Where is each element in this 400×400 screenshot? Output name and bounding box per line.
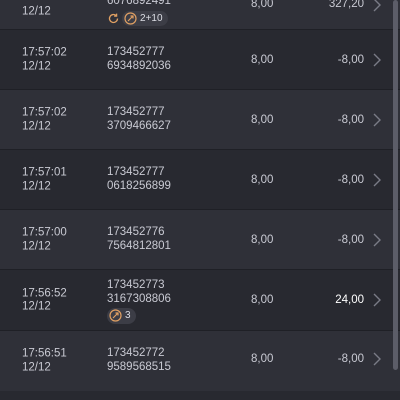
row-amount: 8,00 — [251, 114, 274, 126]
row-time: 17:57:00 — [22, 226, 67, 239]
history-row[interactable]: 17:57:02 12/12 173452777 3709466627 8,00… — [0, 90, 400, 150]
row-result: -8,00 — [337, 174, 364, 186]
row-time: 17:56:51 — [22, 347, 67, 360]
row-datetime: 12/12 — [22, 5, 51, 19]
row-date: 12/12 — [22, 120, 51, 132]
bonus-badge: 2+10 — [122, 10, 168, 26]
row-datetime: 17:57:02 12/12 — [22, 107, 67, 134]
row-ref: 6934892036 — [107, 59, 171, 72]
row-datetime: 17:57:02 12/12 — [22, 47, 67, 74]
history-row[interactable]: 17:57:01 12/12 173452777 0618256899 8,00… — [0, 150, 400, 210]
row-identifiers: 173452776 7564812801 — [107, 226, 171, 253]
bonus-icon — [109, 309, 122, 322]
row-date: 12/12 — [22, 60, 51, 72]
chevron-right-icon[interactable] — [372, 0, 382, 12]
chevron-right-icon[interactable] — [372, 173, 382, 187]
bonus-count: 2+10 — [140, 12, 163, 24]
row-id: 173452773 — [107, 279, 165, 291]
row-badges: 3 — [107, 308, 171, 324]
row-date: 12/12 — [22, 180, 51, 192]
row-identifiers: 173452777 6934892036 — [107, 46, 171, 73]
row-date: 12/12 — [22, 361, 51, 373]
bonus-badge: 3 — [107, 308, 136, 324]
row-identifiers: 173452772 9589568515 — [107, 347, 171, 374]
chevron-right-icon[interactable] — [372, 233, 382, 247]
chevron-right-icon[interactable] — [372, 113, 382, 127]
history-row[interactable]: 17:56:52 12/12 173452773 3167308806 3 8,… — [0, 270, 400, 331]
row-identifiers: 6076892491 2+10 — [107, 0, 171, 26]
scrollbar-thumb[interactable] — [393, 0, 398, 370]
row-time: 17:57:02 — [22, 106, 67, 119]
row-identifiers: 173452777 0618256899 — [107, 166, 171, 193]
row-amount: 8,00 — [251, 54, 274, 66]
history-list: 12/12 6076892491 2+10 8,00 327,20 17:57:… — [0, 0, 400, 400]
chevron-right-icon[interactable] — [372, 352, 382, 366]
row-amount: 8,00 — [251, 174, 274, 186]
row-result: 24,00 — [335, 294, 364, 306]
row-id: 173452772 — [107, 347, 165, 359]
row-identifiers: 173452777 3709466627 — [107, 106, 171, 133]
scrollbar[interactable] — [393, 0, 398, 400]
row-ref: 7564812801 — [107, 239, 171, 252]
history-row[interactable]: 17:56:51 12/12 173452772 9589568515 8,00… — [0, 331, 400, 391]
bonus-count: 3 — [125, 310, 131, 321]
row-datetime: 17:57:01 12/12 — [22, 167, 67, 194]
row-datetime: 17:57:00 12/12 — [22, 227, 67, 254]
row-badges: 2+10 — [107, 10, 171, 26]
row-amount: 8,00 — [251, 0, 274, 10]
row-ref: 9589568515 — [107, 360, 171, 373]
history-row[interactable]: 17:57:00 12/12 173452776 7564812801 8,00… — [0, 210, 400, 270]
row-datetime: 17:56:52 12/12 — [22, 287, 67, 314]
history-row-partial[interactable] — [0, 391, 400, 400]
row-time: 17:57:01 — [22, 166, 67, 179]
row-result: -8,00 — [337, 114, 364, 126]
row-identifiers: 173452773 3167308806 3 — [107, 279, 171, 324]
row-amount: 8,00 — [251, 234, 274, 246]
row-amount: 8,00 — [251, 353, 274, 365]
row-date: 12/12 — [22, 240, 51, 252]
chevron-right-icon[interactable] — [372, 53, 382, 67]
row-datetime: 17:56:51 12/12 — [22, 348, 67, 375]
row-ref: 0618256899 — [107, 179, 171, 192]
row-result: -8,00 — [337, 54, 364, 66]
row-time: 17:56:52 — [22, 287, 67, 299]
chevron-right-icon[interactable] — [372, 293, 382, 307]
refresh-icon — [107, 12, 120, 25]
row-ref: 6076892491 — [107, 0, 171, 7]
row-result: 327,20 — [328, 0, 364, 10]
row-date: 12/12 — [22, 5, 51, 18]
row-id: 173452777 — [107, 46, 165, 58]
row-time: 17:57:02 — [22, 46, 67, 59]
row-date: 12/12 — [22, 300, 51, 313]
bonus-icon — [124, 12, 137, 25]
row-id: 173452776 — [107, 226, 165, 238]
row-ref: 3167308806 — [107, 292, 171, 305]
row-result: -8,00 — [337, 353, 364, 365]
history-row[interactable]: 12/12 6076892491 2+10 8,00 327,20 — [0, 0, 400, 30]
row-result: -8,00 — [337, 234, 364, 246]
history-row[interactable]: 17:57:02 12/12 173452777 6934892036 8,00… — [0, 30, 400, 90]
row-amount: 8,00 — [251, 294, 274, 306]
row-ref: 3709466627 — [107, 119, 171, 132]
row-id: 173452777 — [107, 166, 165, 178]
row-id: 173452777 — [107, 106, 165, 118]
